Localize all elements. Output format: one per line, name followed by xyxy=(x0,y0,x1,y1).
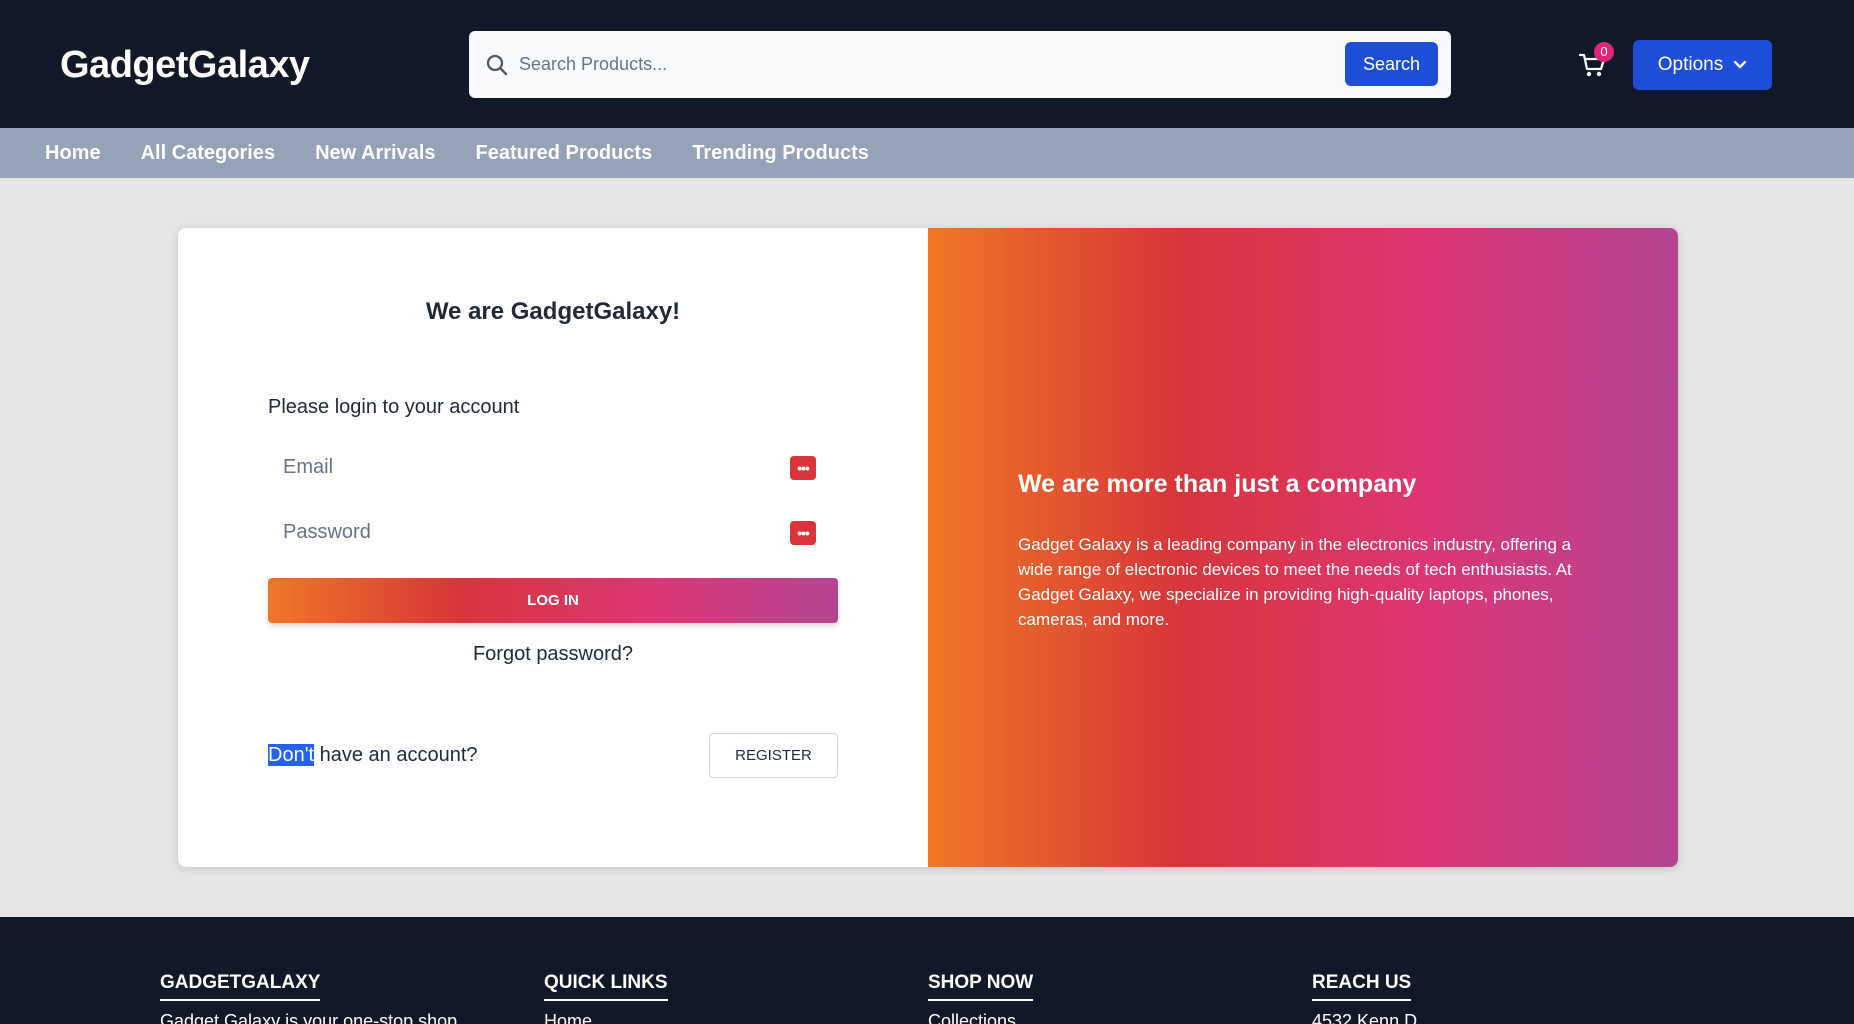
footer-column-reach-us: REACH US 4532 Kenn D xyxy=(1312,972,1417,1024)
about-text: Gadget Galaxy is a leading company in th… xyxy=(1018,535,1572,629)
logo[interactable]: GadgetGalaxy xyxy=(60,44,310,87)
password-manager-icon[interactable]: ••• xyxy=(790,456,816,480)
cart-count-badge: 0 xyxy=(1594,42,1614,62)
chevron-down-icon xyxy=(1734,60,1747,69)
footer-text: Gadget Galaxy is your one-stop shop xyxy=(160,1011,458,1024)
category-nav: Home All Categories New Arrivals Feature… xyxy=(0,128,1854,178)
no-account-text: Don't have an account? xyxy=(268,744,478,767)
search-icon xyxy=(486,54,508,76)
nav-item-trending-products[interactable]: Trending Products xyxy=(692,142,869,165)
login-button[interactable]: LOG IN xyxy=(268,578,838,623)
register-button[interactable]: REGISTER xyxy=(709,733,838,778)
nav-item-all-categories[interactable]: All Categories xyxy=(141,142,275,165)
nav-item-new-arrivals[interactable]: New Arrivals xyxy=(315,142,435,165)
password-field[interactable] xyxy=(268,507,838,557)
footer-link[interactable]: Home xyxy=(544,1011,668,1024)
footer-column-brand: GADGETGALAXY Gadget Galaxy is your one-s… xyxy=(160,972,457,1024)
login-prompt: Please login to your account xyxy=(268,396,520,418)
nav-item-featured-products[interactable]: Featured Products xyxy=(476,142,653,165)
login-panel: We are GadgetGalaxy! Please login to you… xyxy=(178,228,928,867)
footer-heading: SHOP NOW xyxy=(928,972,1034,1001)
login-title: We are GadgetGalaxy! xyxy=(425,298,681,325)
search-button[interactable]: Search xyxy=(1345,42,1438,86)
footer: GADGETGALAXY Gadget Galaxy is your one-s… xyxy=(0,917,1854,1024)
selected-text: Don't xyxy=(268,744,315,766)
forgot-password-link[interactable]: Forgot password? xyxy=(178,643,928,666)
login-card: We are GadgetGalaxy! Please login to you… xyxy=(178,228,1678,867)
about-panel: We are more than just a company Gadget G… xyxy=(928,228,1678,867)
top-header: GadgetGalaxy Search 0 Options xyxy=(0,0,1854,128)
footer-link[interactable]: Collections xyxy=(928,1011,1033,1024)
password-field-wrapper: ••• xyxy=(268,507,838,557)
footer-heading: GADGETGALAXY xyxy=(160,972,321,1001)
footer-heading: QUICK LINKS xyxy=(544,972,668,1001)
search-bar: Search xyxy=(469,31,1451,98)
options-label: Options xyxy=(1657,54,1724,75)
about-title: We are more than just a company xyxy=(1018,470,1417,498)
no-account-rest: have an account? xyxy=(314,744,478,766)
footer-column-shop-now: SHOP NOW Collections xyxy=(928,972,1034,1024)
footer-heading: REACH US xyxy=(1312,972,1412,1001)
email-field-wrapper: ••• xyxy=(268,442,838,492)
options-button[interactable]: Options xyxy=(1633,40,1772,90)
footer-text: 4532 Kenn D xyxy=(1312,1011,1418,1024)
password-manager-icon[interactable]: ••• xyxy=(790,521,816,545)
email-field[interactable] xyxy=(268,442,838,492)
footer-column-quick-links: QUICK LINKS Home xyxy=(544,972,668,1024)
nav-item-home[interactable]: Home xyxy=(45,142,101,165)
search-input[interactable] xyxy=(519,43,1349,86)
